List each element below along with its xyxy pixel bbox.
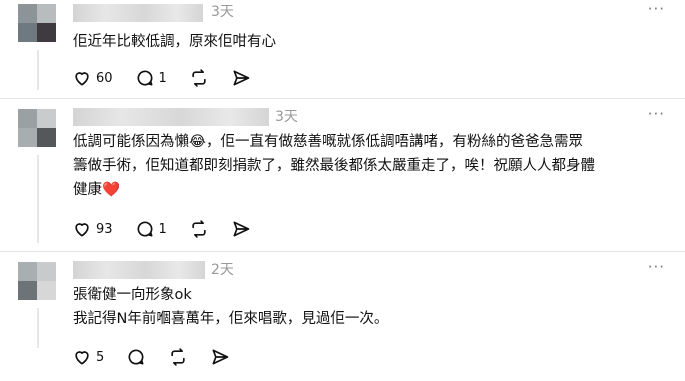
avatar[interactable] bbox=[18, 109, 56, 147]
heart-outline-icon bbox=[75, 351, 89, 365]
divider bbox=[0, 251, 685, 252]
reply-button[interactable]: 1 bbox=[135, 68, 167, 88]
reply-count: 1 bbox=[158, 221, 167, 237]
more-options-button[interactable]: ··· bbox=[648, 0, 665, 18]
like-button[interactable]: 60 bbox=[72, 68, 113, 88]
action-bar: 5 bbox=[72, 346, 252, 368]
share-button[interactable] bbox=[231, 68, 251, 88]
comment-2: 3天 ··· 低調可能係因為懶😂，佢一直有做慈善嘅就係低調唔講啫，有粉絲的爸爸急… bbox=[0, 105, 685, 250]
repost-arrows-icon bbox=[192, 69, 206, 87]
repost-button[interactable] bbox=[189, 68, 209, 88]
like-button[interactable]: 5 bbox=[72, 347, 104, 367]
more-options-button[interactable]: ··· bbox=[648, 258, 665, 276]
like-button[interactable]: 93 bbox=[72, 219, 113, 239]
comment-text: 低調可能係因為懶😂，佢一直有做慈善嘅就係低調唔講啫，有粉絲的爸爸急需眾 籌做手術… bbox=[73, 134, 595, 198]
reply-button[interactable] bbox=[126, 347, 146, 367]
send-paper-plane-icon bbox=[233, 70, 250, 86]
repost-button[interactable] bbox=[189, 219, 209, 239]
divider bbox=[0, 98, 685, 99]
comment-1: 3天 ··· 佢近年比較低調，原來佢咁有心 60 1 bbox=[0, 0, 685, 96]
username-blurred[interactable] bbox=[73, 108, 269, 126]
repost-arrows-icon bbox=[192, 220, 206, 238]
share-button[interactable] bbox=[231, 219, 251, 239]
timestamp: 3天 bbox=[275, 109, 298, 125]
avatar[interactable] bbox=[18, 4, 56, 42]
like-count: 93 bbox=[96, 221, 113, 237]
thread-line bbox=[37, 155, 39, 243]
action-bar: 93 1 bbox=[72, 218, 273, 240]
comment-3: 2天 ··· 張衛健一向形象ok 我記得N年前嗰喜萬年，佢來唱歌，見過佢一次。 … bbox=[0, 258, 685, 381]
avatar[interactable] bbox=[18, 262, 56, 300]
username-blurred[interactable] bbox=[73, 261, 205, 279]
comment-text: 張衛健一向形象ok 我記得N年前嗰喜萬年，佢來唱歌，見過佢一次。 bbox=[73, 287, 389, 327]
timestamp: 2天 bbox=[211, 262, 234, 278]
heart-outline-icon bbox=[75, 72, 89, 86]
speech-bubble-icon bbox=[137, 221, 153, 237]
reply-button[interactable]: 1 bbox=[135, 219, 167, 239]
reply-count: 1 bbox=[158, 70, 167, 86]
thread-line bbox=[37, 50, 39, 90]
thread-line bbox=[37, 308, 39, 348]
speech-bubble-icon bbox=[128, 349, 144, 365]
like-count: 60 bbox=[96, 70, 113, 86]
username-blurred[interactable] bbox=[73, 4, 203, 22]
speech-bubble-icon bbox=[137, 70, 153, 86]
send-paper-plane-icon bbox=[233, 221, 250, 237]
repost-button[interactable] bbox=[168, 347, 188, 367]
repost-arrows-icon bbox=[171, 348, 185, 366]
comment-text: 佢近年比較低調，原來佢咁有心 bbox=[73, 34, 276, 50]
timestamp: 3天 bbox=[211, 4, 234, 20]
share-button[interactable] bbox=[210, 347, 230, 367]
heart-outline-icon bbox=[75, 223, 89, 237]
like-count: 5 bbox=[96, 349, 105, 365]
send-paper-plane-icon bbox=[212, 349, 229, 365]
action-bar: 60 1 bbox=[72, 67, 273, 89]
more-options-button[interactable]: ··· bbox=[648, 105, 665, 123]
